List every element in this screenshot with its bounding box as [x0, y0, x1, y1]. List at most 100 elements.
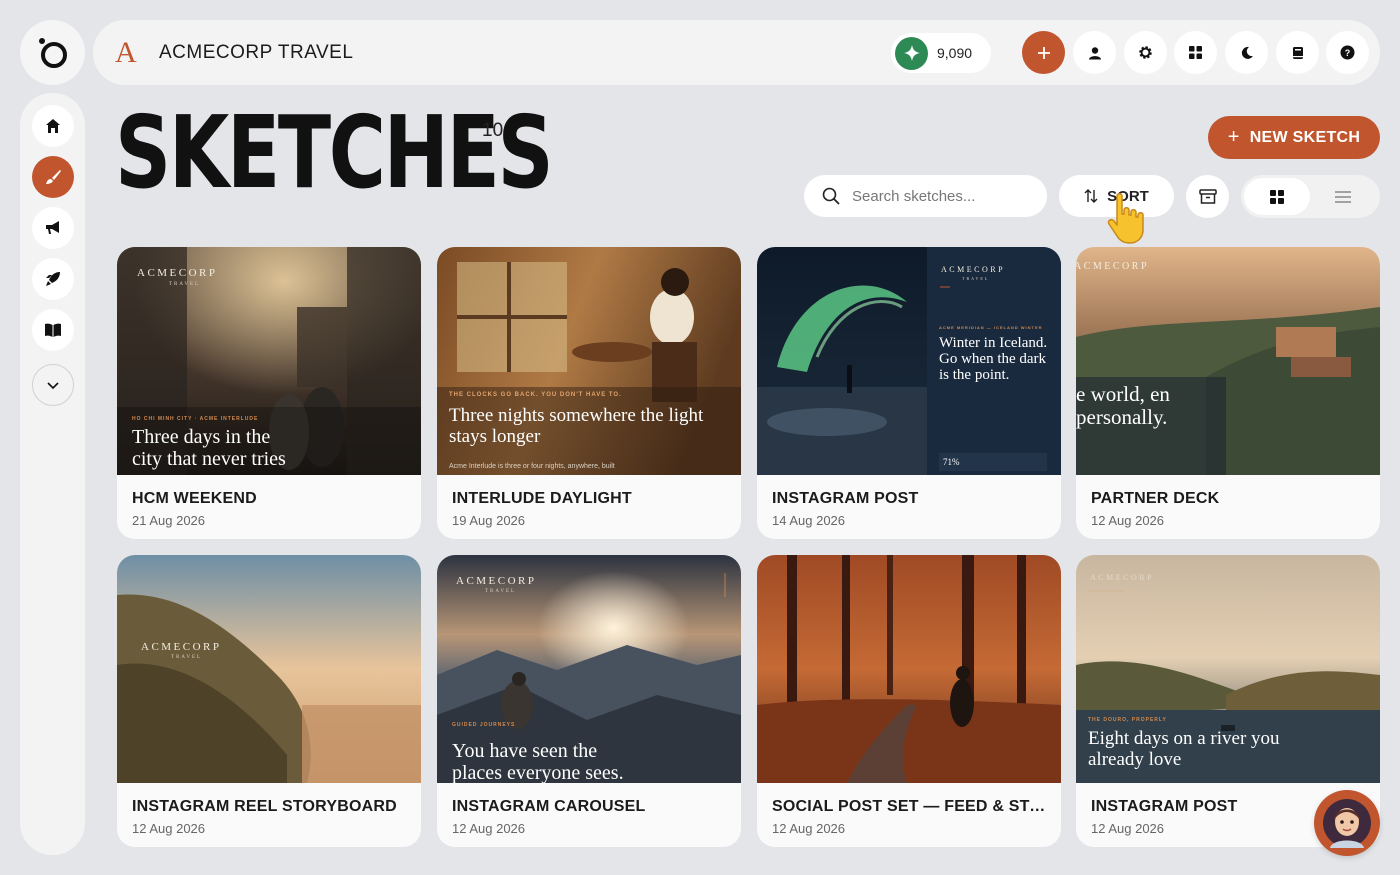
thumbnail-eyebrow: THE DOURO, PROPERLY — [1088, 717, 1167, 723]
sketch-card[interactable]: ACMECORP e world, en personally. PARTNER… — [1076, 247, 1380, 539]
sketch-card[interactable]: SOCIAL POST SET — FEED & STORY ... 12 Au… — [757, 555, 1061, 847]
list-icon — [1335, 190, 1351, 203]
thumbnail-brand-sub: TRAVEL — [962, 276, 990, 281]
card-title: INTERLUDE DAYLIGHT — [452, 490, 632, 507]
user-icon — [1088, 46, 1101, 59]
sketch-thumbnail: ACMECORP TRAVEL ACME MERIDIAN — ICELAND … — [757, 247, 1061, 475]
thumbnail-brand-sub: TRAVEL — [169, 282, 201, 287]
thumbnail-headline: Three days in the city that never tries — [132, 426, 286, 470]
card-date: 12 Aug 2026 — [772, 821, 846, 836]
plus-icon — [1037, 46, 1050, 59]
sidebar-nav — [20, 93, 85, 855]
card-title: INSTAGRAM REEL STORYBOARD — [132, 798, 397, 815]
sidebar-item-home[interactable] — [31, 105, 74, 147]
dark-mode-button[interactable] — [1225, 31, 1268, 74]
search-bar — [804, 175, 1047, 217]
card-date: 12 Aug 2026 — [452, 821, 526, 836]
sidebar-item-sketches[interactable] — [31, 156, 74, 198]
book-icon — [1292, 46, 1303, 59]
sparkle-icon — [895, 36, 928, 70]
thumbnail-brand: ACMECORP — [1076, 261, 1150, 272]
thumbnail-body: Acme Interlude is three or four nights, … — [449, 463, 615, 470]
sidebar-expand-button[interactable] — [31, 364, 74, 406]
sidebar-item-launch[interactable] — [31, 258, 74, 300]
help-button[interactable]: ? — [1326, 31, 1369, 74]
card-date: 12 Aug 2026 — [1091, 821, 1165, 836]
grid-icon — [1270, 189, 1284, 204]
apps-button[interactable] — [1174, 31, 1217, 74]
card-date: 12 Aug 2026 — [1091, 513, 1165, 528]
sort-icon — [1084, 189, 1098, 203]
thumbnail-eyebrow: ACME MERIDIAN — ICELAND WINTER — [939, 325, 1043, 330]
search-icon — [822, 187, 840, 205]
profile-button[interactable] — [1073, 31, 1116, 74]
new-sketch-button[interactable]: + NEW SKETCH — [1208, 116, 1380, 159]
top-header: A ACMECORP TRAVEL 9,090 ? — [93, 20, 1380, 85]
chevron-down-icon — [46, 382, 59, 390]
card-date: 19 Aug 2026 — [452, 513, 526, 528]
sketch-card[interactable]: ACMECORP TRAVEL HO CHI MINH CITY · ACME … — [117, 247, 421, 539]
thumbnail-stat: 71% — [943, 457, 960, 467]
brand-logo: A — [115, 35, 137, 69]
sketch-thumbnail: ACMECORP TRAVEL HO CHI MINH CITY · ACME … — [117, 247, 421, 475]
sketch-thumbnail: ACMECORP e world, en personally. — [1076, 247, 1380, 475]
thumbnail-headline: e world, en personally. — [1076, 382, 1170, 429]
hand-cursor-icon — [1103, 192, 1147, 251]
thumbnail-eyebrow: THE CLOCKS GO BACK. YOU DON'T HAVE TO. — [449, 392, 622, 398]
thumbnail-eyebrow: GUIDED JOURNEYS — [452, 722, 516, 728]
sidebar-item-campaigns[interactable] — [31, 207, 74, 249]
thumbnail-brand: ACMECORP — [1090, 573, 1155, 582]
new-sketch-label: NEW SKETCH — [1249, 128, 1361, 146]
thumbnail-brand-sub: TRAVEL — [171, 655, 203, 660]
app-logo[interactable] — [20, 20, 85, 85]
home-icon — [45, 119, 60, 133]
thumbnail-headline: Three nights somewhere the light stays l… — [449, 405, 704, 447]
credits-value: 9,090 — [937, 45, 973, 61]
brush-icon — [45, 170, 61, 184]
docs-button[interactable] — [1276, 31, 1319, 74]
rocket-icon — [45, 272, 60, 286]
sketch-card[interactable]: ACMECORP TRAVEL INSTAGRAM REEL STORYBOAR… — [117, 555, 421, 847]
thumbnail-headline: You have seen the places everyone sees. — [452, 740, 624, 783]
grid-view-button[interactable] — [1244, 178, 1310, 215]
list-view-button[interactable] — [1310, 178, 1376, 215]
archive-button[interactable] — [1186, 175, 1229, 218]
card-date: 21 Aug 2026 — [132, 513, 206, 528]
brand-name[interactable]: ACMECORP TRAVEL — [159, 42, 353, 64]
credits-badge[interactable]: 9,090 — [891, 33, 991, 73]
add-button[interactable] — [1022, 31, 1065, 74]
thumbnail-brand: ACMECORP — [137, 267, 218, 279]
thumbnail-brand: ACMECORP — [941, 265, 1006, 274]
card-title: HCM WEEKEND — [132, 490, 257, 507]
card-title: SOCIAL POST SET — FEED & STORY ... — [772, 798, 1052, 815]
card-title: INSTAGRAM CAROUSEL — [452, 798, 646, 815]
card-date: 14 Aug 2026 — [772, 513, 846, 528]
sketch-card[interactable]: ACMECORP TRAVEL GUIDED JOURNEYS You have… — [437, 555, 741, 847]
plus-icon: + — [1227, 126, 1240, 148]
settings-button[interactable] — [1124, 31, 1167, 74]
sketch-count: 10 — [482, 120, 504, 141]
sketch-thumbnail: THE CLOCKS GO BACK. YOU DON'T HAVE TO. T… — [437, 247, 741, 475]
card-date: 12 Aug 2026 — [132, 821, 206, 836]
thumbnail-headline: Eight days on a river you already love — [1088, 728, 1280, 770]
sketch-thumbnail: ACMECORP THE DOURO, PROPERLY Eight days … — [1076, 555, 1380, 783]
sketch-thumbnail — [757, 555, 1061, 783]
thumbnail-eyebrow: HO CHI MINH CITY · ACME INTERLUDE — [132, 416, 259, 422]
assistant-avatar[interactable] — [1314, 790, 1380, 856]
search-input[interactable] — [852, 187, 1022, 205]
card-title: PARTNER DECK — [1091, 490, 1220, 507]
thumbnail-brand: ACMECORP — [141, 641, 222, 653]
app-logo-icon — [38, 37, 67, 68]
thumbnail-headline: Winter in Iceland. Go when the dark is t… — [939, 335, 1048, 384]
grid-icon — [1189, 46, 1202, 59]
archive-icon — [1198, 188, 1217, 204]
sidebar-item-library[interactable] — [31, 309, 74, 351]
sketch-card[interactable]: THE CLOCKS GO BACK. YOU DON'T HAVE TO. T… — [437, 247, 741, 539]
sketch-card[interactable]: ACMECORP TRAVEL ACME MERIDIAN — ICELAND … — [757, 247, 1061, 539]
megaphone-icon — [45, 221, 59, 234]
sketch-thumbnail: ACMECORP TRAVEL — [117, 555, 421, 783]
avatar-icon — [1323, 799, 1371, 848]
gear-icon — [1139, 46, 1152, 59]
svg-text:?: ? — [1345, 48, 1351, 58]
card-title: INSTAGRAM POST — [772, 490, 919, 507]
